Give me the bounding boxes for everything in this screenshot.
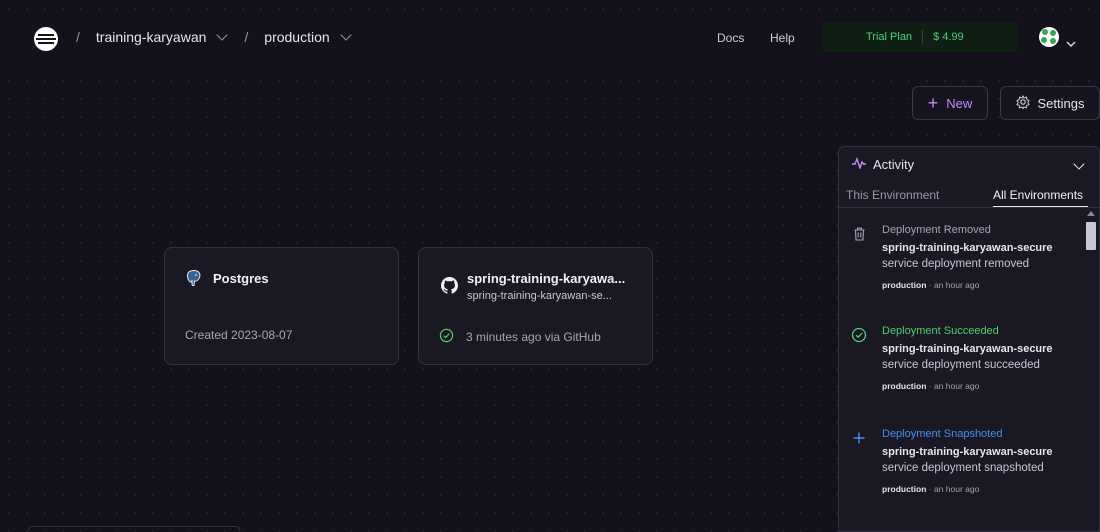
tab-all-environments[interactable]: All Environments: [993, 188, 1088, 207]
settings-button-label: Settings: [1037, 95, 1085, 111]
card-footer: 3 minutes ago via GitHub: [439, 328, 601, 346]
activity-item-description: service deployment removed: [882, 258, 1030, 270]
project-selector[interactable]: training-karyawan: [96, 29, 207, 45]
activity-tabs: This Environment All Environments: [839, 183, 1099, 208]
chevron-down-icon[interactable]: [216, 29, 229, 41]
plus-icon: [851, 430, 867, 446]
env-label: production: [882, 381, 927, 391]
new-button[interactable]: + New: [912, 86, 988, 120]
timestamp: · an hour ago: [928, 280, 980, 290]
check-circle-icon: [851, 327, 867, 343]
scroll-thumb[interactable]: [1086, 222, 1096, 250]
activity-item-service: spring-training-karyawan-secure: [882, 343, 1053, 355]
avatar[interactable]: [1039, 27, 1059, 47]
postgres-icon: [185, 269, 203, 292]
activity-item-meta: production · an hour ago: [882, 280, 979, 290]
github-icon: [441, 277, 458, 299]
activity-title: Activity: [873, 157, 915, 172]
plan-badge[interactable]: Trial Plan $ 4.99: [822, 22, 1018, 52]
chevron-down-icon[interactable]: [1066, 34, 1076, 52]
docs-link[interactable]: Docs: [717, 31, 744, 45]
activity-item-description: service deployment succeeded: [882, 359, 1040, 371]
activity-item-meta: production · an hour ago: [882, 381, 979, 391]
scrollbar[interactable]: [1085, 207, 1097, 531]
plan-price: $ 4.99: [933, 31, 964, 43]
activity-item-title: Deployment Succeeded: [882, 325, 999, 337]
new-button-label: New: [946, 95, 973, 111]
chevron-down-icon[interactable]: [340, 29, 352, 41]
activity-header[interactable]: Activity: [851, 156, 915, 172]
activity-item-title: Deployment Snapshoted: [882, 428, 1003, 440]
help-link[interactable]: Help: [770, 31, 795, 45]
card-title: spring-training-karyawa...: [467, 271, 626, 286]
plus-icon: +: [927, 93, 939, 113]
breadcrumb: / training-karyawan / production: [76, 29, 352, 45]
settings-button[interactable]: Settings: [1000, 86, 1100, 120]
environment-selector[interactable]: production: [264, 29, 329, 45]
env-label: production: [882, 484, 927, 494]
created-date: Created 2023-08-07: [185, 328, 293, 342]
gear-icon: [1015, 94, 1030, 112]
card-subtitle: spring-training-karyawan-se...: [467, 290, 612, 302]
card-footer: Created 2023-08-07: [185, 328, 292, 342]
trash-icon: [851, 226, 867, 242]
activity-item-description: service deployment snapshoted: [882, 462, 1044, 474]
scroll-up-icon[interactable]: [1087, 211, 1095, 216]
check-circle-icon: [439, 328, 454, 346]
timestamp: · an hour ago: [928, 381, 980, 391]
activity-item-service: spring-training-karyawan-secure: [882, 242, 1053, 254]
env-label: production: [882, 280, 927, 290]
railway-logo-icon[interactable]: [34, 27, 58, 51]
pulse-icon: [851, 156, 867, 172]
card-title: Postgres: [213, 271, 269, 286]
tab-this-environment[interactable]: This Environment: [846, 188, 939, 202]
spring-service-card[interactable]: spring-training-karyawa... spring-traini…: [418, 247, 653, 365]
activity-item-meta: production · an hour ago: [882, 484, 979, 494]
breadcrumb-separator: /: [244, 29, 249, 45]
activity-panel: Activity This Environment All Environmen…: [838, 146, 1100, 532]
breadcrumb-separator: /: [76, 29, 80, 45]
bottom-panel-edge: [28, 526, 240, 531]
postgres-service-card[interactable]: Postgres Created 2023-08-07: [164, 247, 399, 365]
chevron-down-icon[interactable]: [1073, 158, 1085, 170]
timestamp: · an hour ago: [928, 484, 980, 494]
plan-label: Trial Plan: [866, 31, 913, 43]
activity-item-service: spring-training-karyawan-secure: [882, 446, 1053, 458]
activity-item-title: Deployment Removed: [882, 224, 991, 236]
deploy-status: 3 minutes ago via GitHub: [466, 330, 601, 344]
top-bar: / training-karyawan / production Docs He…: [0, 10, 1100, 66]
